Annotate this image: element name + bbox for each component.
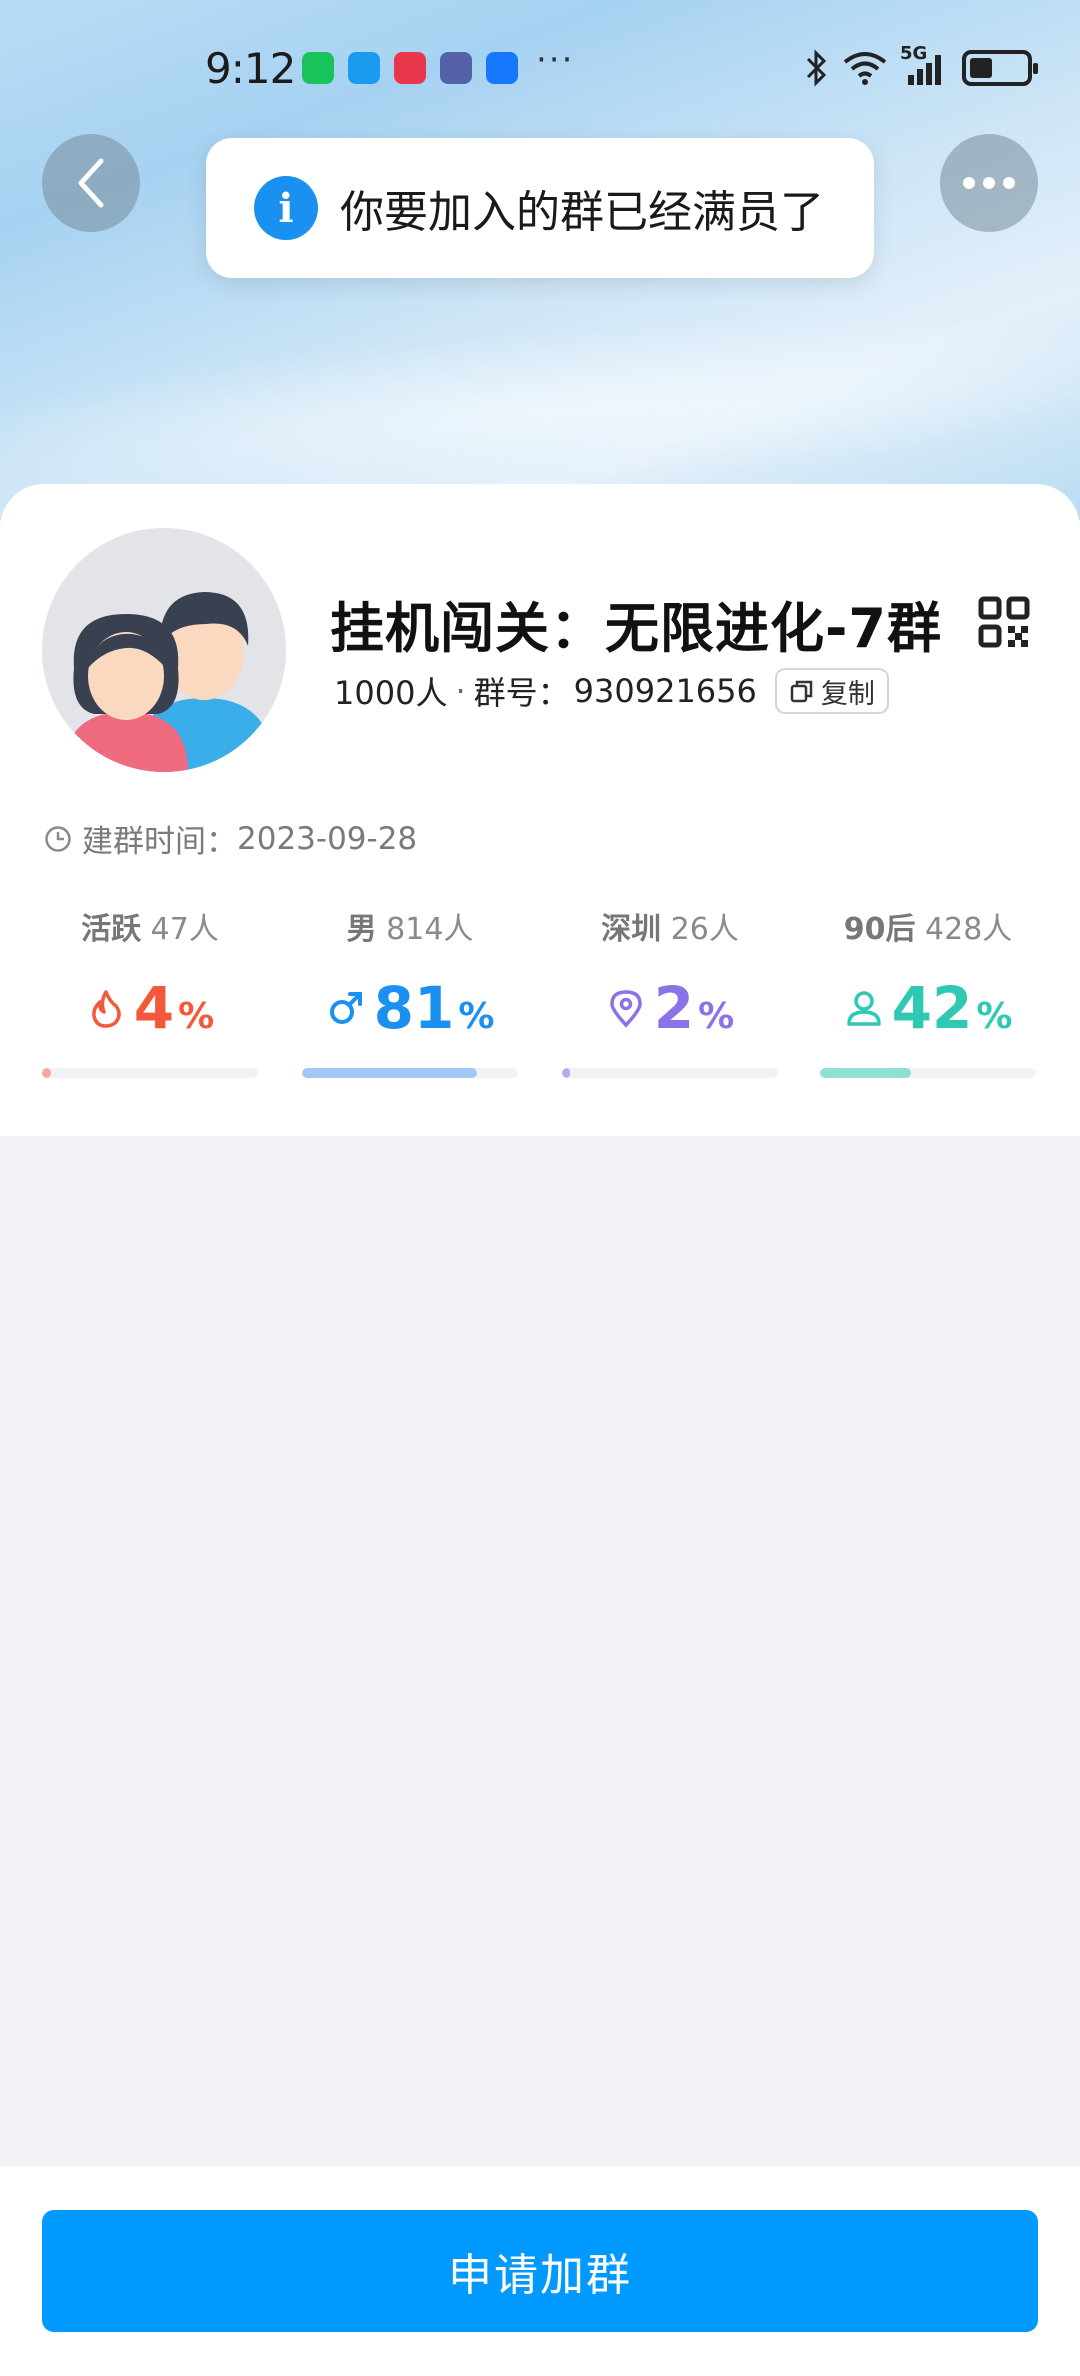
back-button[interactable] [42,134,140,232]
group-full-toast: i 你要加入的群已经满员了 [206,138,874,278]
avatar-couple-icon [42,528,286,772]
group-avatar[interactable] [42,528,286,772]
apply-join-button[interactable]: 申请加群 [42,2210,1038,2332]
more-notifications-icon: ··· [536,40,575,80]
aqara-icon [440,52,472,84]
toast-message: 你要加入的群已经满员了 [340,187,824,238]
stat-active: 活跃 47人 4% [42,904,258,1078]
group-id: 930921656 [573,672,757,710]
status-indicators: 5G [804,43,1038,88]
info-icon: i [254,176,318,240]
red-app-icon [394,52,426,84]
chevron-left-icon [78,158,104,208]
male-icon [329,992,362,1024]
stat-location: 深圳 26人 2% [562,904,778,1078]
stat-value: 81% [302,974,518,1042]
alipay-icon [486,52,518,84]
stat-label: 深圳 26人 [601,912,739,947]
wechat-icon [302,52,334,84]
ellipsis-icon [963,177,1015,189]
stat-label: 男 814人 [346,912,474,947]
battery-icon [962,50,1038,86]
stat-progress-track [302,1068,518,1078]
copy-button[interactable]: 复制 [774,668,889,714]
group-stats: 活跃 47人 4% 男 814人 81% 深圳 26人 2 % 90后 428人… [0,904,1080,1084]
copy-icon [790,680,813,703]
clock-icon [45,825,71,852]
status-time: 9:12 [205,44,296,93]
stat-age: 90后 428人 42% [820,904,1036,1078]
status-bar: 9:12 ··· 5G [0,0,1080,136]
meta-separator: · [455,672,466,710]
location-pin-icon [610,990,642,1028]
stat-progress-fill [820,1068,911,1078]
group-id-label: 群号： [473,674,570,712]
stat-value: 2% [562,974,778,1042]
stat-value: 4% [42,974,258,1042]
group-meta: 1000人 · 群号： 930921656 复制 [334,668,889,714]
bottom-action-bar: 申请加群 [0,2166,1080,2376]
copy-label: 复制 [820,678,875,710]
created-date: 2023-09-28 [237,820,418,857]
stat-male: 男 814人 81% [302,904,518,1078]
cellular-signal-icon: 5G [900,43,950,87]
created-label: 建群时间： [82,824,237,860]
more-options-button[interactable] [940,134,1038,232]
stat-label: 90后 428人 [843,912,1013,947]
bluetooth-icon [806,49,827,87]
stat-progress-track [42,1068,258,1078]
wifi-icon [843,52,887,85]
person-icon [846,991,881,1026]
stat-progress-track [820,1068,1036,1078]
messages-icon [348,52,380,84]
member-count: 1000人 [334,674,448,712]
stat-label: 活跃 47人 [81,912,219,947]
qr-code-icon[interactable] [978,596,1030,648]
group-info-card: 挂机闯关：无限进化-7群 1000人 · 群号： 930921656 复制 建群… [0,484,1080,1136]
stat-progress-track [562,1068,778,1078]
group-name: 挂机闯关：无限进化-7群 [330,597,942,660]
stat-progress-fill [42,1068,51,1078]
stat-progress-fill [302,1068,477,1078]
fire-icon [91,990,121,1028]
created-date-row: 建群时间： 2023-09-28 [44,816,417,861]
stat-value: 42% [820,974,1036,1042]
stat-progress-fill [562,1068,570,1078]
